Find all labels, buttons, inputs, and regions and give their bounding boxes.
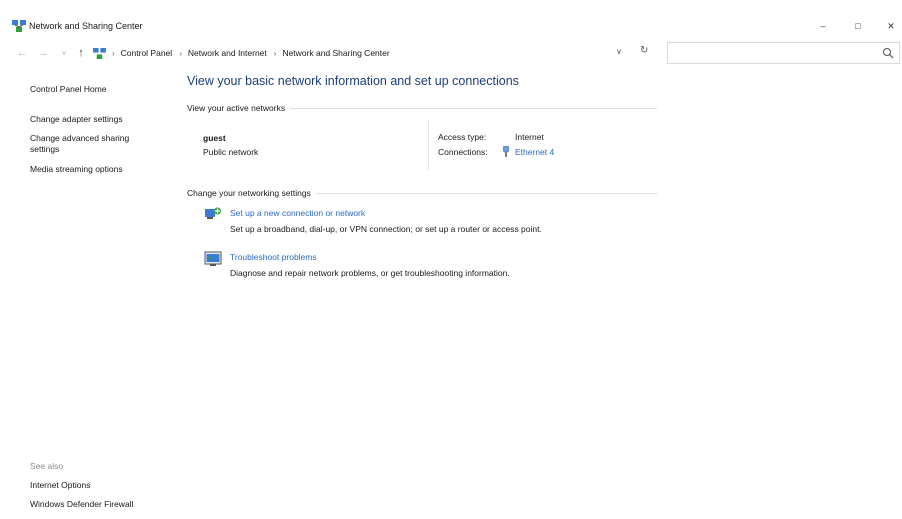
breadcrumb-control-panel[interactable]: Control Panel xyxy=(121,48,173,58)
defender-firewall-link[interactable]: Windows Defender Firewall xyxy=(30,499,133,510)
search-icon xyxy=(882,47,894,59)
setup-new-connection-description: Set up a broadband, dial-up, or VPN conn… xyxy=(230,224,542,234)
breadcrumb-network-and-sharing-center[interactable]: Network and Sharing Center xyxy=(282,48,389,58)
access-type-value: Internet xyxy=(515,132,544,142)
change-advanced-sharing-link[interactable]: Change advanced sharing settings xyxy=(30,133,155,155)
maximize-button[interactable]: □ xyxy=(843,14,873,38)
active-networks-header: View your active networks xyxy=(187,103,657,113)
network-divider xyxy=(428,120,429,170)
recent-locations-button[interactable]: ∨ xyxy=(58,46,70,60)
breadcrumb-separator: › xyxy=(112,48,115,58)
change-adapter-settings-link[interactable]: Change adapter settings xyxy=(30,114,123,125)
close-icon: ✕ xyxy=(887,20,895,31)
left-pane: Control Panel Home Change adapter settin… xyxy=(0,70,170,519)
breadcrumb-network-and-internet[interactable]: Network and Internet xyxy=(188,48,267,58)
control-panel-home-link[interactable]: Control Panel Home xyxy=(30,84,107,95)
title-bar: Network and Sharing Center – □ ✕ xyxy=(0,0,902,38)
maximize-icon: □ xyxy=(855,21,861,31)
network-center-icon xyxy=(12,20,26,32)
ethernet-connection-link[interactable]: Ethernet 4 xyxy=(515,147,554,157)
change-settings-header: Change your networking settings xyxy=(187,188,657,198)
connections-label: Connections: xyxy=(438,147,488,157)
address-dropdown-button[interactable]: ∨ xyxy=(616,47,626,57)
see-also-label: See also xyxy=(30,461,64,471)
setup-new-connection-link[interactable]: Set up a new connection or network xyxy=(230,208,365,218)
address-box[interactable]: › Control Panel › Network and Internet ›… xyxy=(90,42,665,64)
close-button[interactable]: ✕ xyxy=(876,14,902,38)
search-input[interactable] xyxy=(667,42,900,64)
new-connection-icon xyxy=(205,207,221,219)
up-button[interactable]: ↑ xyxy=(75,46,87,60)
forward-button[interactable]: → xyxy=(37,46,49,60)
refresh-button[interactable]: ↻ xyxy=(640,45,652,57)
page-title: View your basic network information and … xyxy=(187,74,519,88)
ethernet-icon xyxy=(503,146,509,157)
network-category: Public network xyxy=(203,147,259,157)
back-button[interactable]: ← xyxy=(16,46,28,60)
section-divider xyxy=(315,192,657,194)
access-type-label: Access type: xyxy=(438,132,487,142)
address-bar-row: ← → ∨ ↑ › Control Panel › Network and In… xyxy=(0,40,902,66)
breadcrumb-separator: › xyxy=(273,48,277,58)
breadcrumb-separator: › xyxy=(179,48,182,58)
troubleshoot-icon xyxy=(204,251,222,266)
window-title: Network and Sharing Center xyxy=(29,21,143,31)
internet-options-link[interactable]: Internet Options xyxy=(30,480,90,491)
network-name: guest xyxy=(203,133,226,143)
control-panel-icon xyxy=(93,47,106,59)
minimize-icon: – xyxy=(820,21,826,31)
troubleshoot-problems-description: Diagnose and repair network problems, or… xyxy=(230,268,510,278)
active-networks-header-label: View your active networks xyxy=(187,103,286,113)
media-streaming-options-link[interactable]: Media streaming options xyxy=(30,164,123,175)
minimize-button[interactable]: – xyxy=(808,14,838,38)
section-divider xyxy=(290,107,657,109)
change-settings-header-label: Change your networking settings xyxy=(187,188,311,198)
troubleshoot-problems-link[interactable]: Troubleshoot problems xyxy=(230,252,317,262)
